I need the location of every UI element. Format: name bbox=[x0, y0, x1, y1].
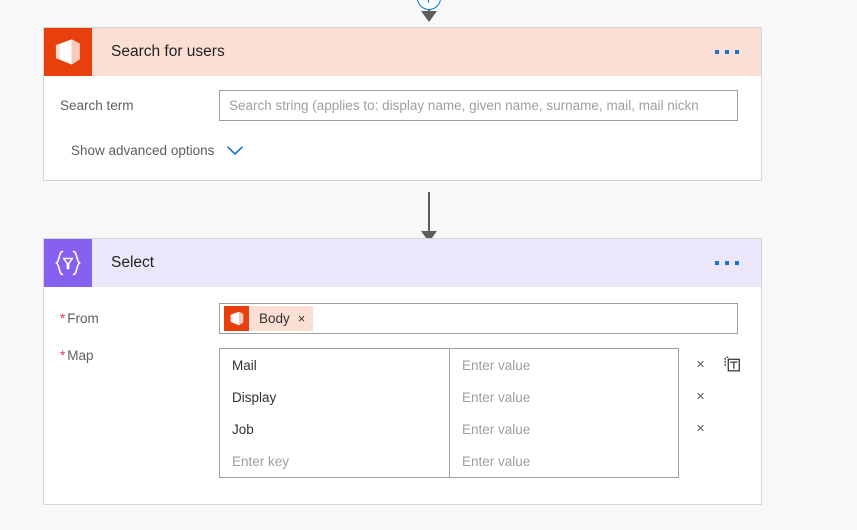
menu-dot bbox=[725, 50, 729, 54]
chevron-down-icon bbox=[227, 145, 244, 156]
map-value-input[interactable]: Enter value bbox=[450, 349, 679, 381]
delete-row-button[interactable]: × bbox=[693, 389, 708, 404]
card-header-select[interactable]: Select bbox=[44, 239, 761, 287]
card-body-search-for-users: Search term Search string (applies to: d… bbox=[44, 76, 761, 180]
map-row-action-group: × bbox=[693, 380, 749, 412]
card-title: Search for users bbox=[111, 43, 225, 60]
map-label-text: Map bbox=[67, 348, 94, 363]
map-label: * Map bbox=[44, 348, 219, 363]
menu-dot bbox=[735, 261, 739, 265]
map-row-action-group bbox=[693, 444, 749, 476]
table-row: Mail Enter value bbox=[220, 349, 678, 381]
menu-dot bbox=[735, 50, 739, 54]
table-row: Job Enter value bbox=[220, 413, 678, 445]
field-row-map: * Map Mail Enter value Display Enter valu… bbox=[44, 334, 761, 478]
token-label: Body bbox=[259, 311, 290, 326]
connector-line bbox=[427, 192, 430, 232]
office-365-icon bbox=[44, 28, 92, 76]
show-advanced-options-label: Show advanced options bbox=[71, 143, 215, 158]
map-value-input[interactable]: Enter value bbox=[450, 413, 679, 445]
insert-step-button[interactable]: + bbox=[416, 0, 441, 10]
from-input[interactable]: Body × bbox=[219, 303, 738, 334]
delete-row-button[interactable]: × bbox=[693, 421, 708, 436]
card-menu-button[interactable] bbox=[715, 50, 739, 54]
required-asterisk: * bbox=[60, 311, 66, 326]
map-row-action-group: × bbox=[693, 412, 749, 444]
card-search-for-users[interactable]: Search for users Search term Search stri… bbox=[43, 27, 762, 181]
from-label: * From bbox=[44, 311, 219, 326]
map-value-input[interactable]: Enter value bbox=[450, 381, 679, 413]
field-row-from: * From Body × bbox=[44, 287, 761, 334]
close-icon[interactable]: × bbox=[298, 312, 306, 325]
paste-text-icon[interactable] bbox=[724, 356, 741, 373]
required-asterisk: * bbox=[60, 348, 66, 363]
card-title: Select bbox=[111, 254, 155, 271]
table-row: Enter key Enter value bbox=[220, 445, 678, 477]
select-filter-icon bbox=[44, 239, 92, 287]
menu-dot bbox=[725, 261, 729, 265]
arrow-head-icon bbox=[420, 11, 437, 22]
field-row-search-term: Search term Search string (applies to: d… bbox=[44, 76, 761, 121]
office-365-icon bbox=[224, 306, 249, 331]
search-term-input[interactable]: Search string (applies to: display name,… bbox=[219, 90, 738, 121]
map-row-actions: × × × bbox=[679, 348, 749, 476]
map-key-input[interactable]: Enter key bbox=[220, 445, 450, 477]
card-select[interactable]: Select * From Body × * Map Mail Enter va… bbox=[43, 238, 762, 505]
table-row: Display Enter value bbox=[220, 381, 678, 413]
search-term-label: Search term bbox=[60, 98, 134, 113]
dynamic-content-token-body[interactable]: Body × bbox=[224, 306, 314, 331]
card-header-search-for-users[interactable]: Search for users bbox=[44, 28, 761, 76]
map-row-action-group: × bbox=[693, 348, 749, 380]
connector-top: + bbox=[0, 0, 857, 22]
delete-row-button[interactable]: × bbox=[693, 357, 708, 372]
map-table: Mail Enter value Display Enter value Job… bbox=[219, 348, 679, 478]
map-value-input[interactable]: Enter value bbox=[450, 445, 679, 477]
menu-dot bbox=[715, 50, 719, 54]
card-body-select: * From Body × * Map Mail Enter value Dis… bbox=[44, 287, 761, 504]
menu-dot bbox=[715, 261, 719, 265]
map-key-input[interactable]: Mail bbox=[220, 349, 450, 381]
from-label-text: From bbox=[67, 311, 99, 326]
show-advanced-options-toggle[interactable]: Show advanced options bbox=[44, 121, 761, 180]
map-key-input[interactable]: Display bbox=[220, 381, 450, 413]
connector-middle bbox=[0, 192, 857, 242]
map-key-input[interactable]: Job bbox=[220, 413, 450, 445]
card-menu-button[interactable] bbox=[715, 261, 739, 265]
